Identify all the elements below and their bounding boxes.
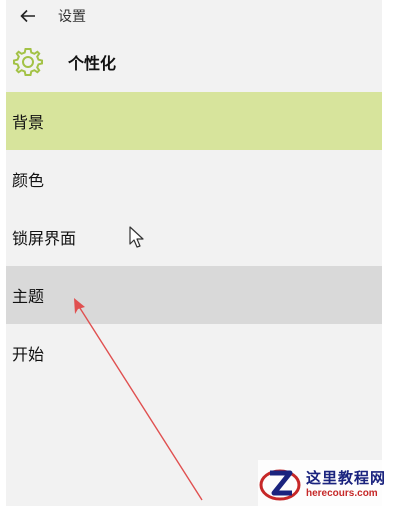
watermark: 这里教程网 herecours.com (258, 460, 407, 506)
watermark-title: 这里教程网 (306, 469, 387, 487)
annotation-arrow-icon (74, 298, 203, 501)
watermark-logo-icon (259, 469, 301, 501)
settings-window: 设置 个性化 背景 颜色 锁屏界面 主题 开始 这里教程网 herecours.… (0, 0, 407, 506)
watermark-url: herecours.com (306, 488, 378, 499)
